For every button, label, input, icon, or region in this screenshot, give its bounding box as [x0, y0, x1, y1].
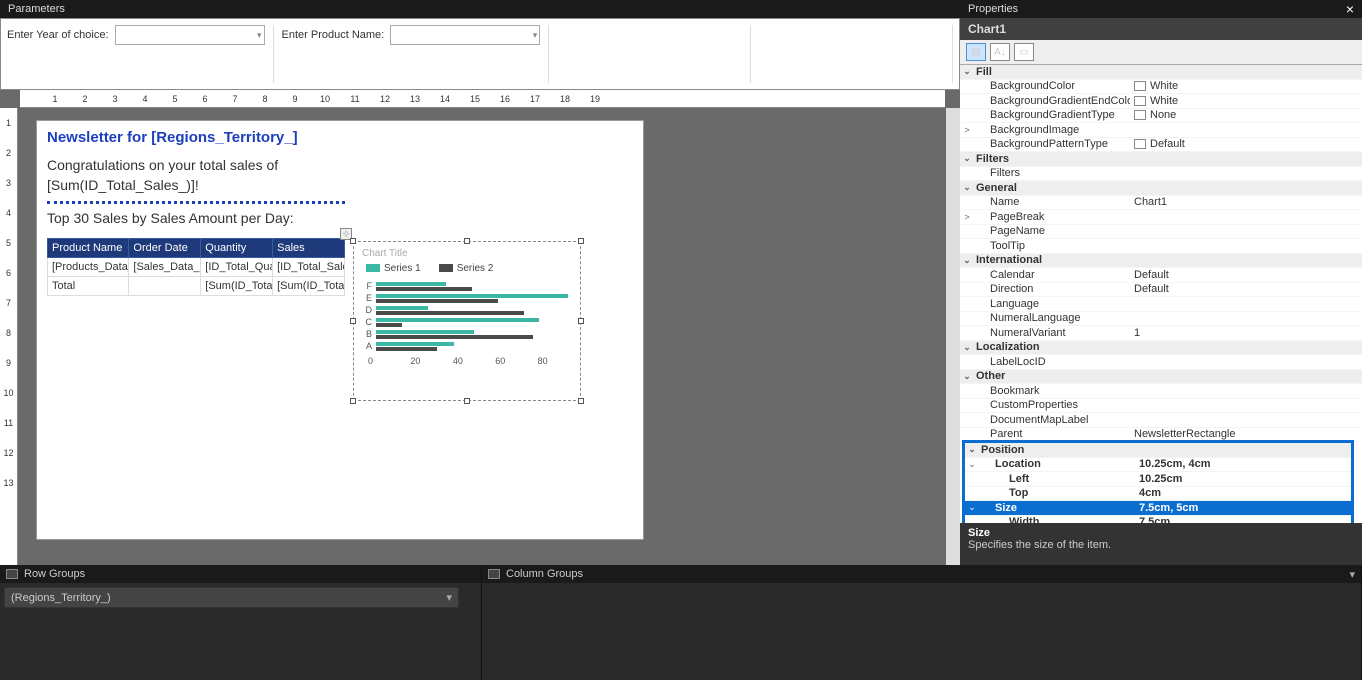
properties-toolbar: ▤ A↓ ▭: [960, 40, 1362, 65]
table-cell[interactable]: [129, 277, 201, 296]
column-groups-icon: [488, 569, 500, 579]
resize-handle[interactable]: [578, 318, 584, 324]
property-category[interactable]: ⌄General: [960, 181, 1362, 196]
row-groups-icon: [6, 569, 18, 579]
property-category[interactable]: ⌄International: [960, 254, 1362, 269]
chart-x-axis: 020406080: [354, 356, 580, 366]
report-title[interactable]: Newsletter for [Regions_Territory_]: [47, 129, 633, 146]
ruler-vertical: 12345678910111213: [0, 108, 18, 565]
property-category[interactable]: ⌄Localization: [960, 341, 1362, 356]
chart-legend[interactable]: Series 1Series 2: [354, 261, 580, 278]
property-category[interactable]: ⌄Other: [960, 370, 1362, 385]
report-congrats[interactable]: Congratulations on your total sales of […: [47, 156, 633, 195]
property-row[interactable]: LabelLocID: [960, 355, 1362, 370]
vertical-scrollbar[interactable]: [946, 108, 960, 565]
row-group-dropdown-icon[interactable]: ▾: [446, 591, 452, 604]
param-product-label: Enter Product Name:: [282, 25, 385, 41]
property-category-position[interactable]: ⌄Position: [965, 443, 1351, 458]
table-cell[interactable]: [Sum(ID_Total_Q: [201, 277, 273, 296]
table-header[interactable]: Quantity: [201, 239, 273, 258]
properties-close-button[interactable]: ×: [1346, 1, 1354, 17]
ruler-horizontal: 12345678910111213141516171819: [20, 90, 945, 108]
table-cell[interactable]: [Sales_Data_Ord: [129, 258, 201, 277]
property-row[interactable]: ToolTip: [960, 239, 1362, 254]
property-left[interactable]: Left10.25cm: [965, 472, 1351, 487]
property-row[interactable]: CalendarDefault: [960, 268, 1362, 283]
property-pages-button[interactable]: ▭: [1014, 43, 1034, 61]
table-cell[interactable]: [ID_Total_Sales: [273, 258, 345, 277]
property-row[interactable]: NumeralLanguage: [960, 312, 1362, 327]
dotted-rule: [47, 201, 345, 204]
resize-handle[interactable]: [578, 398, 584, 404]
chart-plot[interactable]: FEDCBA: [354, 278, 580, 352]
chart-title[interactable]: Chart Title: [354, 242, 580, 261]
property-category[interactable]: ⌄Filters: [960, 152, 1362, 167]
property-size[interactable]: ⌄Size7.5cm, 5cm: [965, 501, 1351, 516]
resize-handle[interactable]: [350, 318, 356, 324]
design-surface[interactable]: 12345678910111213141516171819 1234567891…: [0, 90, 960, 565]
property-row[interactable]: PageName: [960, 225, 1362, 240]
property-location[interactable]: ⌄Location10.25cm, 4cm: [965, 458, 1351, 473]
resize-handle[interactable]: [464, 398, 470, 404]
alphabetical-view-button[interactable]: A↓: [990, 43, 1010, 61]
properties-grid[interactable]: ⌄FillBackgroundColorWhiteBackgroundGradi…: [960, 65, 1362, 523]
property-width[interactable]: Width7.5cm: [965, 516, 1351, 524]
table-cell[interactable]: [Sum(ID_Total_: [273, 277, 345, 296]
property-row[interactable]: ParentNewsletterRectangle: [960, 428, 1362, 443]
table-header[interactable]: Product Name: [48, 239, 129, 258]
row-group-item[interactable]: (Regions_Territory_) ▾: [4, 587, 459, 608]
property-row[interactable]: Language: [960, 297, 1362, 312]
properties-panel-header: Properties ×: [960, 0, 1362, 18]
property-description: Size Specifies the size of the item.: [960, 523, 1362, 565]
row-groups-header: Row Groups: [0, 565, 481, 583]
resize-handle[interactable]: [350, 398, 356, 404]
report-table[interactable]: Product NameOrder DateQuantitySales [Pro…: [47, 238, 345, 296]
property-category[interactable]: ⌄Fill: [960, 65, 1362, 80]
resize-handle[interactable]: [350, 238, 356, 244]
parameters-bar: Enter Year of choice: Enter Product Name…: [0, 18, 960, 90]
property-row[interactable]: DirectionDefault: [960, 283, 1362, 298]
property-row[interactable]: BackgroundColorWhite: [960, 80, 1362, 95]
param-product-combo[interactable]: [390, 25, 540, 45]
property-row[interactable]: BackgroundGradientTypeNone: [960, 109, 1362, 124]
table-header[interactable]: Order Date: [129, 239, 201, 258]
chart-container[interactable]: ✥ Chart Title Series 1Series 2 FEDCBA 02…: [353, 241, 581, 401]
property-row[interactable]: NameChart1: [960, 196, 1362, 211]
property-row[interactable]: BackgroundPatternTypeDefault: [960, 138, 1362, 153]
properties-title: Properties: [968, 3, 1018, 15]
property-row[interactable]: Bookmark: [960, 384, 1362, 399]
table-cell[interactable]: [ID_Total_Quant: [201, 258, 273, 277]
param-year-label: Enter Year of choice:: [7, 25, 109, 41]
property-row[interactable]: >BackgroundImage: [960, 123, 1362, 138]
property-top[interactable]: Top4cm: [965, 487, 1351, 502]
property-row[interactable]: Filters: [960, 167, 1362, 182]
table-cell[interactable]: Total: [48, 277, 129, 296]
property-row[interactable]: CustomProperties: [960, 399, 1362, 414]
table-header[interactable]: Sales: [273, 239, 345, 258]
categorized-view-button[interactable]: ▤: [966, 43, 986, 61]
resize-handle[interactable]: [464, 238, 470, 244]
parameters-panel-header: Parameters: [0, 0, 960, 18]
resize-handle[interactable]: [578, 238, 584, 244]
property-row[interactable]: BackgroundGradientEndColorWhite: [960, 94, 1362, 109]
report-canvas[interactable]: Newsletter for [Regions_Territory_] Cong…: [36, 120, 644, 540]
property-row[interactable]: DocumentMapLabel: [960, 413, 1362, 428]
selected-object-name[interactable]: Chart1: [960, 18, 1362, 40]
report-subtitle[interactable]: Top 30 Sales by Sales Amount per Day:: [47, 210, 633, 226]
table-cell[interactable]: [Products_Data_: [48, 258, 129, 277]
property-row[interactable]: NumeralVariant1: [960, 326, 1362, 341]
parameters-title: Parameters: [8, 3, 65, 15]
groups-menu-button[interactable]: ▾: [1349, 568, 1355, 581]
column-groups-header: Column Groups ▾: [482, 565, 1361, 583]
property-row[interactable]: >PageBreak: [960, 210, 1362, 225]
param-year-combo[interactable]: [115, 25, 265, 45]
